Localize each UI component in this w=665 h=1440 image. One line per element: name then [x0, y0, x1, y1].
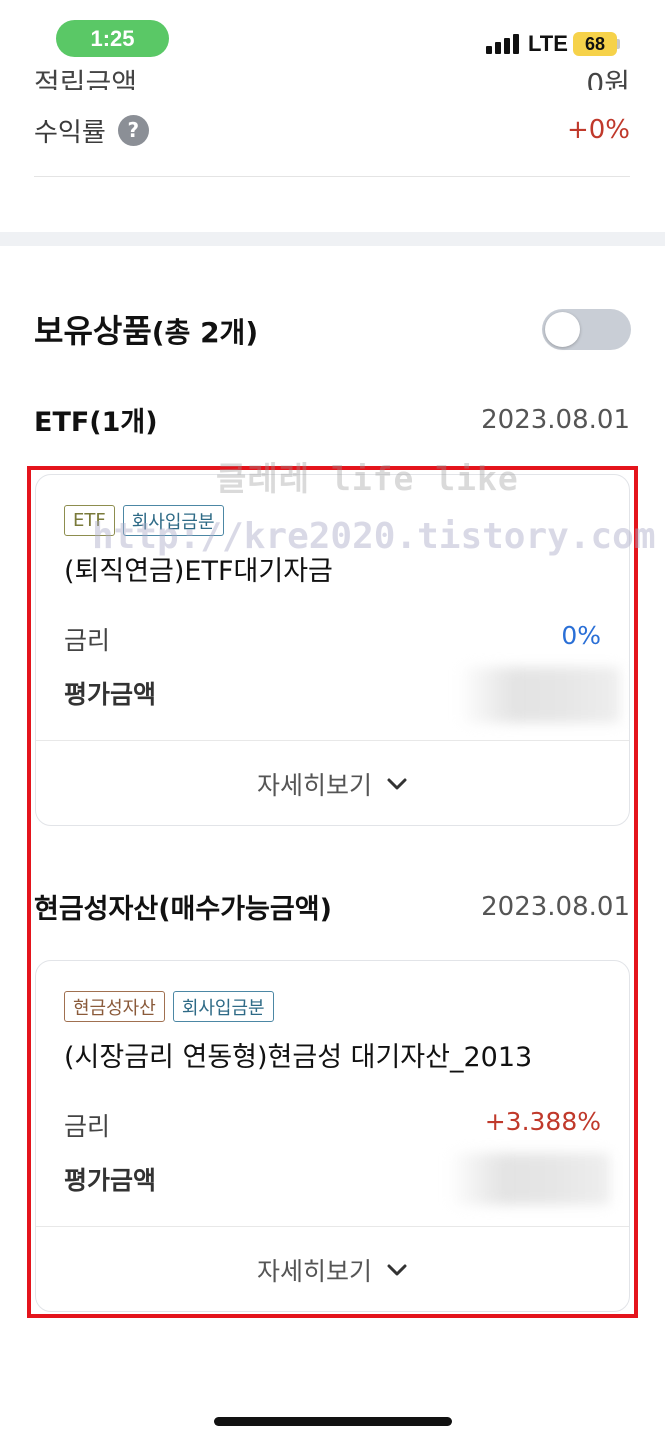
- watermark-line1: 클레레 life like: [216, 459, 519, 498]
- holdings-toggle[interactable]: [542, 309, 631, 350]
- holdings-count: (총 2개): [151, 316, 259, 349]
- cut-row-value: 0원: [586, 67, 630, 90]
- yield-row: 수익률 ? +0%: [34, 108, 630, 152]
- section-date: 2023.08.01: [481, 404, 630, 435]
- cut-off-summary-row: 적립금액 0원: [34, 56, 630, 90]
- section-separator: [0, 232, 665, 246]
- holdings-title-text: 보유상품: [34, 312, 152, 350]
- home-indicator[interactable]: [214, 1417, 452, 1426]
- cut-row-label: 적립금액: [34, 67, 138, 90]
- yield-value: +0%: [566, 115, 630, 145]
- highlight-frame: [27, 466, 638, 1318]
- signal-icon: [486, 34, 520, 54]
- network-label: LTE: [528, 31, 568, 56]
- toggle-knob: [545, 312, 580, 347]
- section-title: ETF(1개): [34, 407, 158, 438]
- section-header-etf: ETF(1개) 2023.08.01: [34, 400, 630, 439]
- holdings-title: 보유상품 (총 2개): [34, 306, 258, 352]
- question-circle-icon[interactable]: ?: [117, 114, 149, 146]
- status-time[interactable]: 1:25: [56, 20, 169, 57]
- battery-icon: 68: [573, 32, 617, 56]
- watermark-line2: http://kre2020.tistory.com: [92, 516, 656, 557]
- battery-tip: [617, 39, 620, 49]
- divider: [34, 176, 630, 177]
- yield-label: 수익률: [34, 117, 106, 148]
